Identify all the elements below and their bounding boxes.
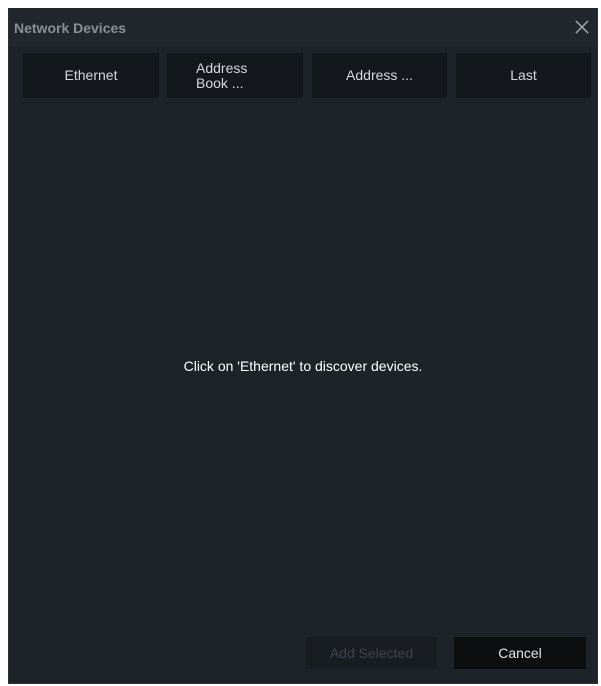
add-selected-button[interactable]: Add Selected <box>306 637 437 669</box>
cancel-button[interactable]: Cancel <box>454 637 586 669</box>
add-selected-label: Add Selected <box>329 645 414 661</box>
tab-address-book[interactable]: Address Book ... <box>167 53 303 98</box>
tab-address[interactable]: Address ... <box>312 53 447 98</box>
empty-state-message: Click on 'Ethernet' to discover devices. <box>183 358 423 374</box>
tab-address-label: Address ... <box>346 67 413 83</box>
dialog-title: Network Devices <box>14 20 127 36</box>
tab-ethernet[interactable]: Ethernet <box>23 53 159 98</box>
tab-last[interactable]: Last <box>456 53 591 98</box>
tab-last-label: Last <box>510 67 537 83</box>
close-icon <box>575 20 589 34</box>
network-devices-dialog: Network Devices Ethernet Address Book ..… <box>8 8 598 684</box>
tab-ethernet-label: Ethernet <box>64 67 118 83</box>
tab-address-book-label: Address Book ... <box>196 59 248 91</box>
title-bar: Network Devices <box>9 8 597 46</box>
cancel-label: Cancel <box>498 645 542 661</box>
close-button[interactable] <box>569 14 595 40</box>
